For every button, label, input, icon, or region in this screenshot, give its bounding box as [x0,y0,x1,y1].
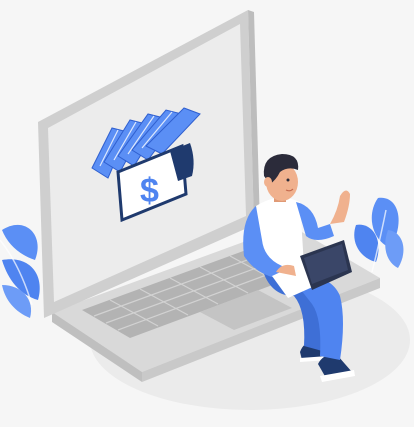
online-payment-illustration: $ [0,0,414,427]
dollar-sign: $ [140,172,159,210]
illustration-canvas: $ [0,0,414,427]
